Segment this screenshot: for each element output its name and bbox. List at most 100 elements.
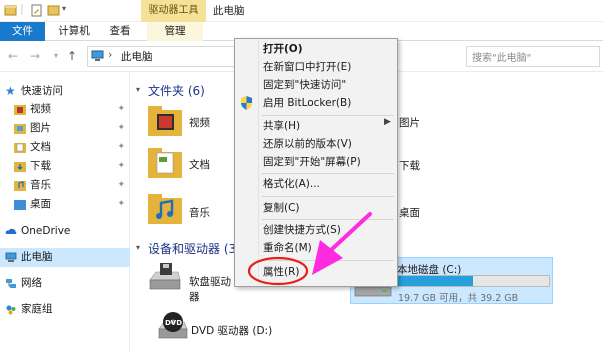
recent-locations-icon[interactable]: ▾ — [48, 47, 64, 65]
forward-arrow-icon[interactable]: → — [27, 47, 43, 65]
sidebar-item-homegroup[interactable]: 家庭组 — [0, 300, 130, 319]
window-title: 此电脑 — [213, 5, 245, 17]
breadcrumb-this-pc[interactable]: 此电脑 — [121, 49, 153, 64]
tab-computer[interactable]: 计算机 — [50, 22, 98, 41]
back-arrow-icon[interactable]: ← — [5, 47, 21, 65]
sidebar-label: 文档 — [30, 141, 51, 153]
new-folder-icon[interactable] — [47, 4, 60, 17]
shield-icon — [241, 96, 252, 110]
pin-icon[interactable]: ✦ — [117, 195, 125, 214]
sidebar-label: OneDrive — [21, 225, 71, 237]
menu-item-share[interactable]: 共享(H) — [234, 117, 398, 135]
breadcrumb-separator: › — [108, 48, 113, 61]
drive-label: 软盘驱动器 — [189, 276, 231, 303]
sidebar-item-desktop[interactable]: 桌面 ✦ — [0, 195, 130, 214]
computer-icon — [91, 50, 104, 61]
homegroup-icon — [6, 305, 16, 315]
folder-downloads-label[interactable]: 下载 — [399, 158, 420, 173]
qa-dropdown-icon[interactable]: ▾ — [62, 4, 66, 13]
tab-manage[interactable]: 管理 — [147, 22, 203, 41]
collapse-folders-icon[interactable]: ▾ — [136, 85, 140, 94]
folder-documents[interactable]: 文档 — [148, 148, 234, 182]
pin-icon[interactable]: ✦ — [117, 176, 125, 195]
menu-item-pin-quick-access[interactable]: 固定到"快速访问" — [234, 76, 398, 94]
sidebar-label: 视频 — [30, 103, 51, 115]
folder-label: 文档 — [189, 159, 210, 171]
drive-floppy[interactable]: 软盘驱动器 — [148, 262, 238, 303]
documents-folder-icon — [14, 143, 26, 153]
pin-icon[interactable]: ✦ — [117, 119, 125, 138]
devices-group-header[interactable]: 设备和驱动器 (3 — [148, 240, 236, 257]
menu-separator — [262, 219, 394, 220]
drive-c-free-space: 19.7 GB 可用，共 39.2 GB — [398, 293, 519, 304]
menu-item-format[interactable]: 格式化(A)... — [234, 175, 398, 193]
folder-label: 视频 — [189, 117, 210, 129]
menu-separator — [262, 115, 394, 116]
menu-item-copy[interactable]: 复制(C) — [234, 199, 398, 217]
dvd-logo-text: DVD — [165, 319, 183, 327]
music-folder-icon — [148, 194, 182, 224]
pin-icon[interactable]: ✦ — [117, 157, 125, 176]
downloads-folder-icon — [14, 162, 26, 172]
menu-item-pin-start[interactable]: 固定到"开始"屏幕(P) — [234, 153, 398, 171]
sidebar-label: 图片 — [30, 122, 51, 134]
documents-folder-icon — [148, 148, 182, 178]
sidebar-item-music[interactable]: 音乐 ✦ — [0, 176, 130, 195]
network-icon — [6, 279, 16, 288]
sidebar-item-onedrive[interactable]: OneDrive — [0, 222, 130, 241]
sidebar-item-network[interactable]: 网络 — [0, 274, 130, 293]
menu-item-open-new-window[interactable]: 在新窗口中打开(E) — [234, 58, 398, 76]
menu-item-restore-previous-versions[interactable]: 还原以前的版本(V) — [234, 135, 398, 153]
pin-icon[interactable]: ✦ — [117, 138, 125, 157]
menu-separator — [262, 260, 394, 261]
folder-videos[interactable]: 视频 — [148, 106, 234, 140]
sidebar-label: 桌面 — [30, 198, 51, 210]
title-bar — [0, 0, 603, 22]
submenu-arrow-icon: ▶ — [384, 117, 391, 127]
folders-group-header[interactable]: 文件夹 (6) — [148, 82, 205, 99]
videos-folder-icon — [14, 105, 26, 115]
sidebar-item-downloads[interactable]: 下载 ✦ — [0, 157, 130, 176]
up-arrow-icon[interactable]: ↑ — [64, 47, 80, 65]
sidebar-label: 家庭组 — [21, 303, 53, 315]
sidebar-label: 网络 — [21, 277, 42, 289]
drive-tools-contextual-tab[interactable]: 驱动器工具 — [141, 0, 206, 22]
menu-item-bitlocker[interactable]: 启用 BitLocker(B) — [234, 94, 398, 112]
sidebar-item-quick-access[interactable]: ★ 快速访问 — [0, 82, 130, 101]
menu-item-create-shortcut[interactable]: 创建快捷方式(S) — [234, 221, 398, 239]
pin-icon[interactable]: ✦ — [117, 100, 125, 119]
drive-dvd[interactable]: DVD DVD 驱动器 (D:) — [158, 311, 298, 345]
onedrive-cloud-icon — [5, 228, 17, 234]
folder-desktop-label[interactable]: 桌面 — [399, 205, 420, 220]
sidebar-item-videos[interactable]: 视频 ✦ — [0, 100, 130, 119]
search-input[interactable]: 搜索"此电脑" — [472, 49, 531, 64]
pictures-folder-icon — [14, 124, 26, 134]
drive-label: DVD 驱动器 (D:) — [191, 325, 273, 337]
sidebar-item-pictures[interactable]: 图片 ✦ — [0, 119, 130, 138]
floppy-drive-icon — [149, 263, 181, 290]
menu-item-properties[interactable]: 属性(R) — [234, 263, 398, 281]
menu-item-open[interactable]: 打开(O) — [234, 40, 398, 58]
menu-separator — [262, 173, 394, 174]
window-icon — [4, 5, 17, 16]
sidebar-item-this-pc[interactable]: 此电脑 — [0, 248, 130, 267]
drive-c-usage-fill — [398, 276, 473, 286]
properties-icon[interactable] — [30, 4, 43, 17]
menu-item-rename[interactable]: 重命名(M) — [234, 239, 398, 257]
qa-divider: | — [20, 2, 24, 15]
star-icon: ★ — [5, 84, 16, 98]
sidebar-label: 下载 — [30, 160, 51, 172]
folder-label: 音乐 — [189, 207, 210, 219]
sidebar-item-documents[interactable]: 文档 ✦ — [0, 138, 130, 157]
computer-icon — [5, 252, 17, 262]
sidebar-label: 此电脑 — [21, 251, 53, 263]
sidebar-label: 音乐 — [30, 179, 51, 191]
folder-music[interactable]: 音乐 — [148, 194, 234, 228]
tab-file[interactable]: 文件 — [0, 22, 45, 41]
folder-pictures-label[interactable]: 图片 — [399, 115, 420, 130]
videos-folder-icon — [148, 106, 182, 136]
sidebar-label: 快速访问 — [21, 85, 63, 97]
tab-view[interactable]: 查看 — [102, 22, 138, 41]
music-folder-icon — [14, 181, 26, 191]
collapse-devices-icon[interactable]: ▾ — [136, 243, 140, 252]
